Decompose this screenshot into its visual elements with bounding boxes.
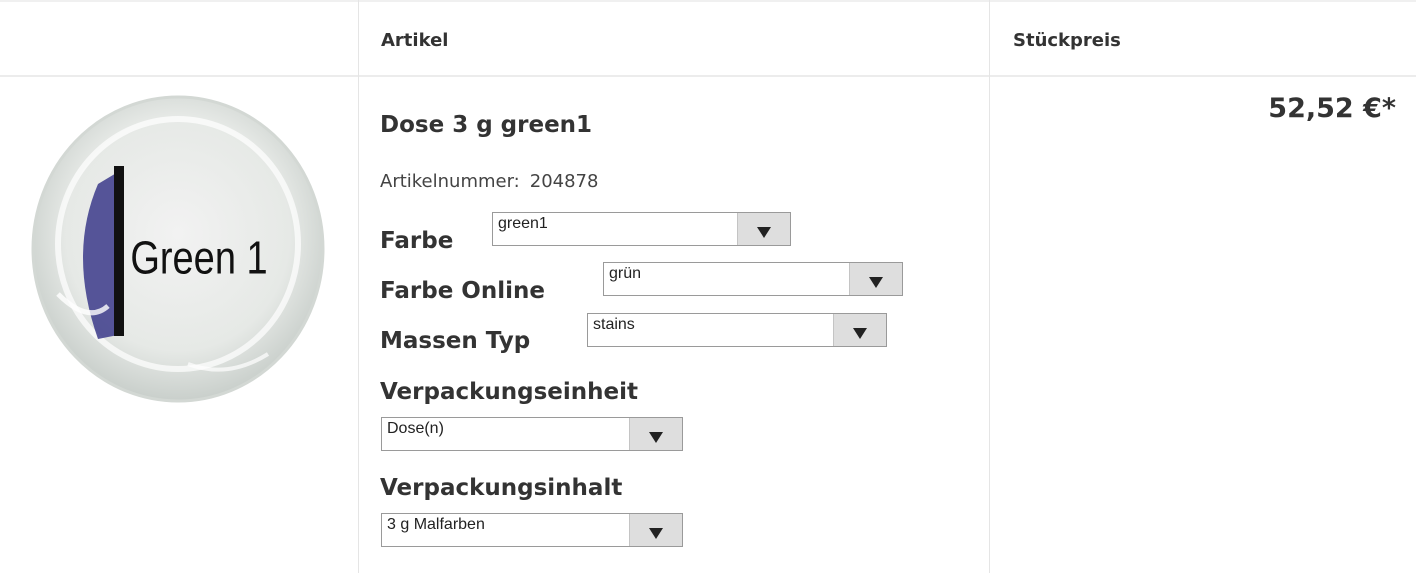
verpackungsinhalt-select-button[interactable]: [629, 514, 682, 546]
column-header-article: Artikel: [381, 30, 449, 51]
column-header-price: Stückpreis: [1013, 30, 1121, 51]
chevron-down-icon: [869, 277, 883, 288]
product-image[interactable]: Green 1: [28, 94, 328, 404]
verpackungsinhalt-select-value: 3 g Malfarben: [387, 516, 485, 533]
massen-typ-select-button[interactable]: [833, 314, 886, 346]
verpackungseinheit-select-button[interactable]: [629, 418, 682, 450]
verpackungsinhalt-label: Verpackungsinhalt: [380, 475, 623, 501]
verpackungseinheit-select-value: Dose(n): [387, 420, 444, 437]
farbe-select-value: green1: [498, 215, 548, 232]
unit-price: 52,52 €*: [1268, 93, 1396, 124]
article-number-value: 204878: [529, 171, 599, 192]
massen-typ-select[interactable]: stains: [587, 313, 887, 347]
chevron-down-icon: [649, 432, 663, 443]
farbe-select[interactable]: green1: [492, 212, 791, 246]
header-divider: [0, 0, 1416, 2]
column-divider-2: [989, 0, 990, 573]
article-number-label: Artikelnummer:: [380, 171, 520, 192]
farbe-online-label: Farbe Online: [380, 278, 545, 304]
massen-typ-label: Massen Typ: [380, 328, 531, 354]
chevron-down-icon: [649, 528, 663, 539]
massen-typ-select-value: stains: [593, 316, 635, 333]
verpackungseinheit-select[interactable]: Dose(n): [381, 417, 683, 451]
product-image-label: Green 1: [130, 232, 267, 283]
verpackungseinheit-label: Verpackungseinheit: [380, 379, 639, 405]
column-divider-1: [358, 0, 359, 573]
farbe-online-select-button[interactable]: [849, 263, 902, 295]
chevron-down-icon: [757, 227, 771, 238]
product-title[interactable]: Dose 3 g green1: [380, 112, 592, 138]
farbe-select-button[interactable]: [737, 213, 790, 245]
article-number-row: Artikelnummer: 204878: [380, 171, 598, 192]
farbe-online-select[interactable]: grün: [603, 262, 903, 296]
farbe-label: Farbe: [380, 228, 454, 254]
farbe-online-select-value: grün: [609, 265, 642, 282]
header-bottom-divider: [0, 75, 1416, 77]
chevron-down-icon: [853, 328, 867, 339]
verpackungsinhalt-select[interactable]: 3 g Malfarben: [381, 513, 683, 547]
